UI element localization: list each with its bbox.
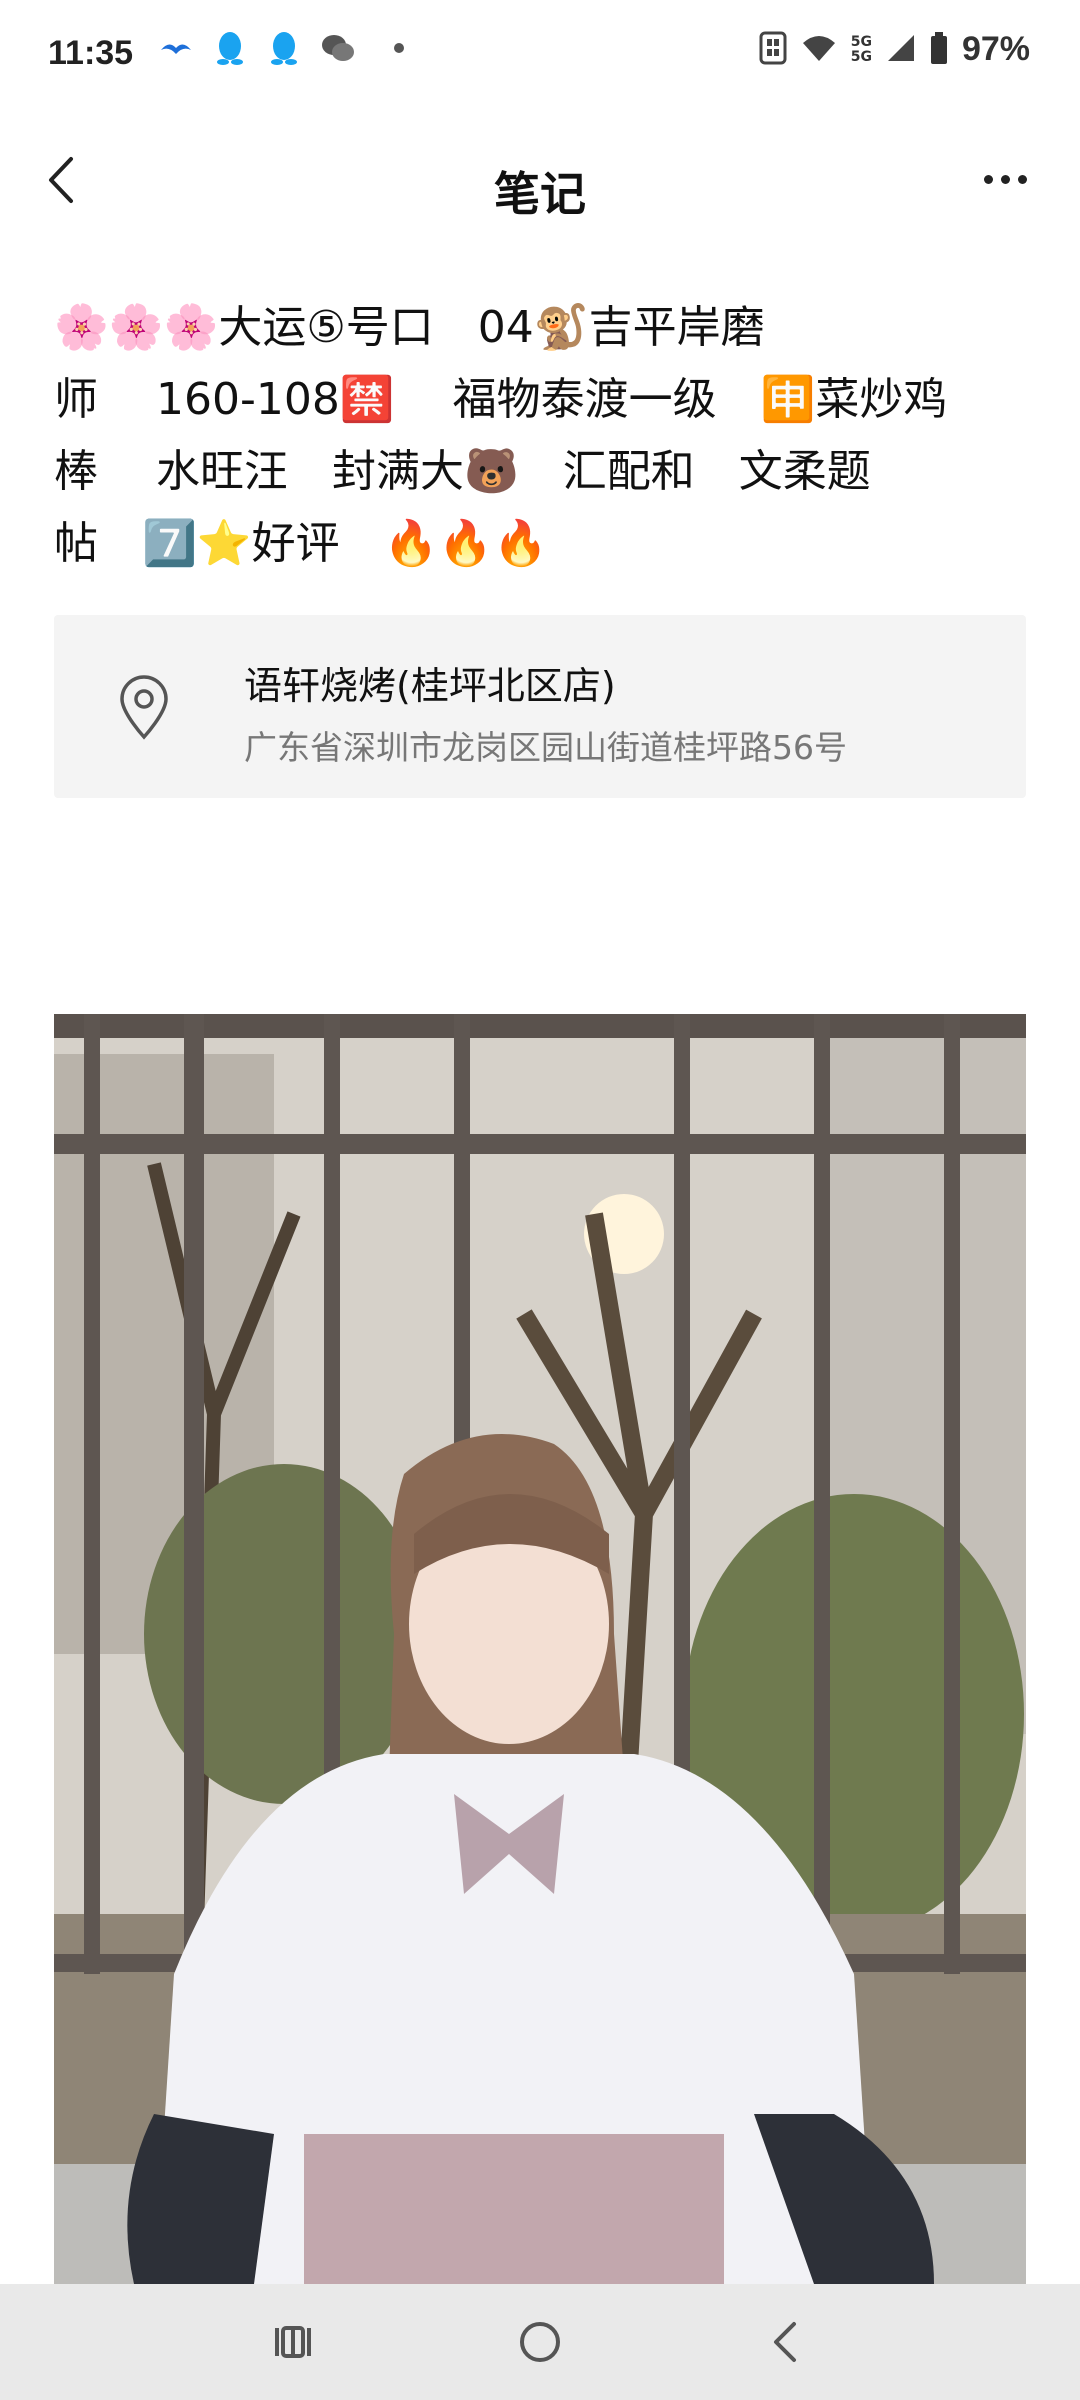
more-notifications-dot bbox=[394, 43, 404, 53]
system-nav-bar bbox=[0, 2284, 1080, 2400]
wechat-icon bbox=[320, 30, 356, 66]
dot bbox=[1017, 174, 1027, 184]
note-photo[interactable] bbox=[54, 1014, 1026, 2284]
qq-icon bbox=[212, 30, 248, 66]
qq-icon bbox=[266, 30, 302, 66]
page-title: 笔记 bbox=[494, 167, 586, 221]
dot bbox=[1000, 174, 1010, 184]
status-bar: 11:35 5G 5G 97% bbox=[0, 0, 1080, 112]
recent-apps-button[interactable] bbox=[258, 2314, 328, 2370]
header: 笔记 bbox=[0, 120, 1080, 240]
home-button[interactable] bbox=[505, 2314, 575, 2370]
battery-icon bbox=[930, 31, 948, 68]
status-time: 11:35 bbox=[48, 34, 134, 72]
recents-icon bbox=[275, 2326, 311, 2358]
location-pin-icon bbox=[120, 675, 168, 740]
status-indicators: 5G 5G 97% bbox=[759, 30, 1030, 69]
location-name: 语轩烧烤(桂坪北区店) bbox=[244, 664, 616, 708]
bird-app-icon bbox=[158, 30, 194, 66]
wifi-icon bbox=[801, 33, 837, 67]
note-text: 🌸🌸🌸大运⑤号口 04🐒吉平岸磨 师 160-108🈲 福物泰渡一级 🈸菜炒鸡 … bbox=[54, 302, 948, 569]
nfc-icon bbox=[759, 31, 787, 69]
location-address: 广东省深圳市龙岗区园山街道桂坪路56号 bbox=[244, 728, 847, 767]
more-options-button[interactable] bbox=[970, 154, 1040, 204]
home-circle-icon bbox=[520, 2322, 560, 2362]
location-card[interactable]: 语轩烧烤(桂坪北区店) 广东省深圳市龙岗区园山街道桂坪路56号 bbox=[54, 615, 1026, 798]
network-type: 5G 5G bbox=[850, 33, 872, 65]
back-arrow-icon bbox=[774, 2322, 796, 2362]
back-nav-button[interactable] bbox=[750, 2314, 820, 2370]
battery-percent: 97% bbox=[961, 30, 1030, 68]
dot bbox=[983, 174, 993, 184]
notification-icons bbox=[158, 30, 404, 66]
photo-illustration bbox=[54, 1014, 1026, 2284]
signal-icon bbox=[886, 33, 916, 67]
